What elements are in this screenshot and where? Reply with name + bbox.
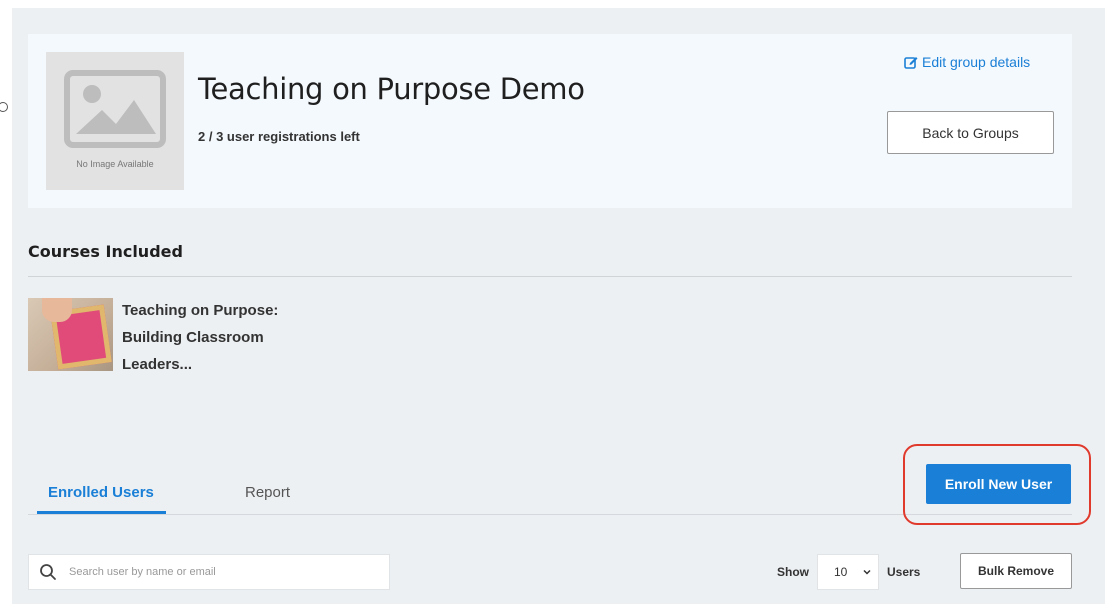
registrations-remaining: 2 / 3 user registrations left xyxy=(198,129,360,144)
search-icon xyxy=(40,564,56,580)
group-header-card: No Image Available Teaching on Purpose D… xyxy=(28,34,1072,208)
enroll-new-user-button[interactable]: Enroll New User xyxy=(926,464,1071,504)
tab-report[interactable]: Report xyxy=(245,484,290,501)
search-field[interactable] xyxy=(28,554,390,590)
show-label: Show xyxy=(777,565,809,579)
radio-circle-icon xyxy=(0,102,8,112)
divider xyxy=(28,514,1072,515)
bulk-remove-button[interactable]: Bulk Remove xyxy=(960,553,1072,589)
no-image-label: No Image Available xyxy=(76,159,154,169)
divider xyxy=(28,276,1072,277)
group-image-placeholder: No Image Available xyxy=(46,52,184,190)
edit-icon xyxy=(904,57,918,69)
course-title-link[interactable]: Teaching on Purpose: Building Classroom … xyxy=(122,297,322,378)
edit-group-details-label: Edit group details xyxy=(922,54,1031,70)
users-label: Users xyxy=(887,565,921,579)
courses-heading: Courses Included xyxy=(28,242,183,261)
page-title: Teaching on Purpose Demo xyxy=(198,72,585,106)
chevron-down-icon xyxy=(863,569,871,575)
page-size-value: 10 xyxy=(834,565,848,579)
course-thumbnail[interactable] xyxy=(28,298,113,371)
tab-enrolled-users[interactable]: Enrolled Users xyxy=(48,484,154,501)
thumbnail-hand xyxy=(42,298,72,322)
image-placeholder-icon xyxy=(64,70,166,148)
search-input[interactable] xyxy=(67,565,371,579)
edit-group-details-link[interactable]: Edit group details xyxy=(904,54,1030,70)
page-size-select[interactable]: 10 xyxy=(817,554,879,590)
back-to-groups-button[interactable]: Back to Groups xyxy=(887,111,1054,154)
